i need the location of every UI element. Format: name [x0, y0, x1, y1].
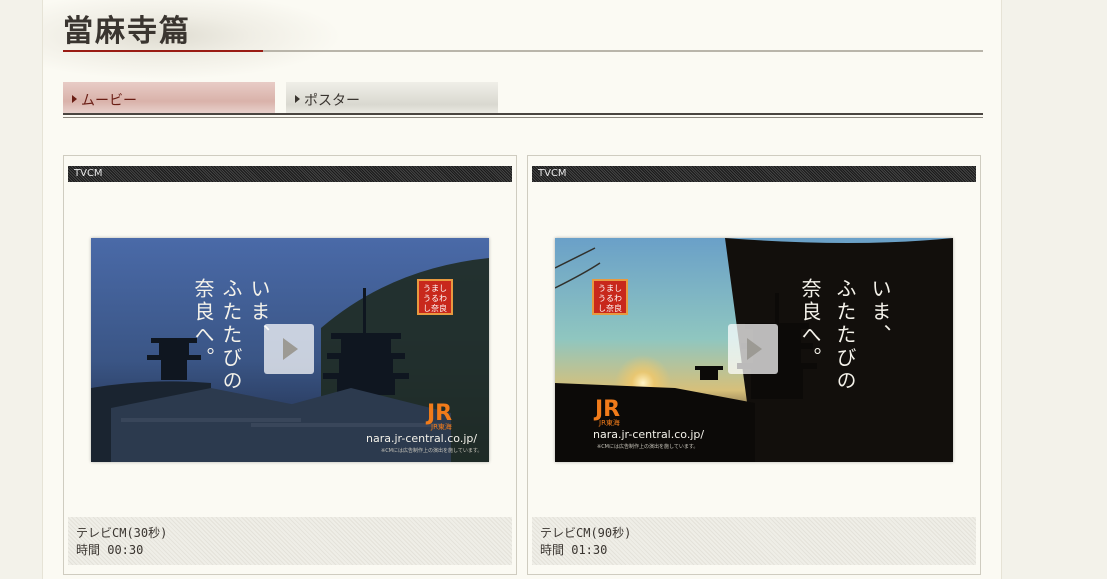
tab-divider [63, 113, 983, 118]
title-divider-accent [63, 50, 263, 52]
triangle-right-icon [295, 95, 300, 103]
badge-line: し奈良 [423, 303, 447, 313]
copy-line-3: 奈良へ。 [798, 278, 822, 370]
video-card: TVCM いま、 ふたたびの 奈良へ。 うまし うるわ し奈良 JR JR東海 … [527, 155, 981, 575]
play-icon[interactable] [264, 324, 314, 374]
content-page: 當麻寺篇 ムービー ポスター TVCM いま、 ふたたびの 奈良へ。 うまし う… [42, 0, 1002, 579]
video-thumbnail[interactable]: いま、 ふたたびの 奈良へ。 うまし うるわ し奈良 JR JR東海 nara.… [555, 238, 953, 462]
tab-movie[interactable]: ムービー [63, 82, 275, 114]
card-tag: TVCM [68, 166, 512, 182]
copy-line-3: 奈良へ。 [191, 278, 215, 370]
copy-line-2: ふたたびの [219, 278, 243, 393]
video-caption: テレビCM(30秒) 時間 00:30 [68, 517, 512, 565]
caption-title: テレビCM(30秒) [76, 526, 168, 540]
campaign-badge: うまし うるわ し奈良 [592, 279, 628, 315]
caption-duration: 時間 00:30 [76, 543, 144, 557]
badge-line: うまし [598, 284, 622, 293]
site-url: nara.jr-central.co.jp/ [366, 432, 477, 445]
tab-movie-label: ムービー [81, 93, 137, 109]
brand-small: JR東海 [598, 418, 620, 427]
title-divider [63, 50, 983, 52]
copy-line-2: ふたたびの [833, 278, 857, 393]
card-tag: TVCM [532, 166, 976, 182]
badge-line: うるわ [598, 294, 622, 303]
video-thumbnail[interactable]: いま、 ふたたびの 奈良へ。 うまし うるわ し奈良 JR JR東海 nara.… [91, 238, 489, 462]
badge-line: うまし [423, 284, 447, 293]
video-caption: テレビCM(90秒) 時間 01:30 [532, 517, 976, 565]
caption-title: テレビCM(90秒) [540, 526, 632, 540]
campaign-badge: うまし うるわ し奈良 [417, 279, 453, 315]
badge-line: うるわ [423, 294, 447, 303]
tab-bar: ムービー ポスター [63, 82, 983, 118]
triangle-right-icon [72, 95, 77, 103]
copy-line-1: いま、 [868, 278, 892, 347]
video-still: いま、 ふたたびの 奈良へ。 うまし うるわ し奈良 JR JR東海 nara.… [91, 238, 489, 462]
caption-duration: 時間 01:30 [540, 543, 608, 557]
site-url: nara.jr-central.co.jp/ [593, 428, 704, 441]
tab-poster[interactable]: ポスター [286, 82, 498, 114]
video-still: いま、 ふたたびの 奈良へ。 うまし うるわ し奈良 JR JR東海 nara.… [555, 238, 953, 462]
play-icon[interactable] [728, 324, 778, 374]
disclaimer-text: ※CMには広告制作上の演出を施しています。 [597, 443, 698, 450]
badge-line: し奈良 [598, 303, 622, 313]
brand-small: JR東海 [430, 422, 452, 431]
page-title: 當麻寺篇 [63, 14, 191, 49]
video-card: TVCM いま、 ふたたびの 奈良へ。 うまし うるわ し奈良 JR JR東海 … [63, 155, 517, 575]
tab-poster-label: ポスター [304, 93, 360, 109]
disclaimer-text: ※CMには広告制作上の演出を施しています。 [381, 447, 482, 454]
